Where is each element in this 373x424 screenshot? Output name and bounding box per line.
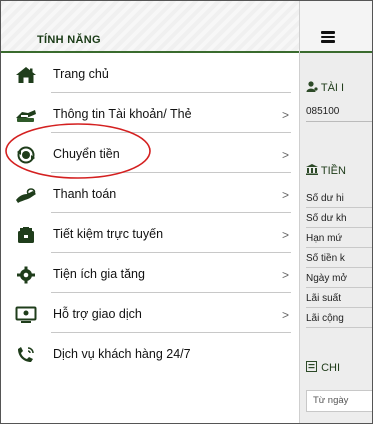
info-row: Lãi cộng [306,313,344,324]
payment-icon [16,188,36,203]
row-divider [306,287,372,288]
info-row: Hạn mứ [306,233,343,244]
drawer-title: TÍNH NĂNG [37,34,101,46]
from-date-input[interactable]: Từ ngày [306,390,372,412]
menu-label: Hỗ trợ giao dịch [53,307,142,321]
detail-section-label: CHI [321,362,341,374]
row-divider [306,307,372,308]
row-divider [306,207,372,208]
row-divider [306,247,372,248]
menu-item-utilities[interactable]: Tiện ích gia tăng > [1,261,299,301]
chevron-right-icon: > [282,228,290,242]
account-number[interactable]: 085100 [306,106,339,117]
info-section-label: TIỀN [320,165,346,177]
menu-divider [51,332,291,333]
menu-label: Dịch vụ khách hàng 24/7 [53,347,191,361]
menu-divider [51,292,291,293]
menu-label: Thanh toán [53,187,117,201]
support-icon [15,306,37,323]
feature-menu: Trang chủ Thông tin Tài khoản/ Thẻ > Chu… [1,61,299,381]
menu-item-online-savings[interactable]: Tiết kiệm trực tuyến > [1,221,299,261]
detail-section-title: CHI [306,361,340,374]
account-underline [306,121,372,122]
list-icon [306,361,317,372]
row-divider [306,267,372,268]
info-row: Số dư kh [306,213,347,224]
home-icon [16,67,36,83]
utilities-icon [17,266,35,284]
main-page: TÀI I 085100 TIỀN Số dư hi Số dư kh Hạn … [300,1,372,423]
chevron-right-icon: > [282,308,290,322]
menu-label: Tiết kiệm trực tuyến [53,227,164,241]
menu-divider [51,92,291,93]
menu-divider [51,252,291,253]
highlight-circle-annotation [5,123,151,179]
menu-divider [51,212,291,213]
row-divider [306,327,372,328]
chevron-right-icon: > [282,108,290,122]
menu-item-customer-service[interactable]: Dịch vụ khách hàng 24/7 [1,341,299,381]
from-date-placeholder: Từ ngày [313,395,349,406]
info-row: Số tiền k [306,253,345,264]
top-bar [300,1,372,53]
menu-item-support[interactable]: Hỗ trợ giao dịch > [1,301,299,341]
app-frame: TÀI I 085100 TIỀN Số dư hi Số dư kh Hạn … [0,0,373,424]
menu-label: Trang chủ [53,67,109,81]
account-section-title: TÀI I [306,81,344,94]
chevron-right-icon: > [282,188,290,202]
menu-label: Tiện ích gia tăng [53,267,145,281]
info-row: Số dư hi [306,193,344,204]
chevron-right-icon: > [282,148,290,162]
bank-icon [306,164,318,175]
menu-label: Thông tin Tài khoản/ Thẻ [53,107,192,121]
user-icon [306,81,318,92]
account-section-label: TÀI I [320,82,345,94]
savings-icon [18,227,34,243]
menu-item-home[interactable]: Trang chủ [1,61,299,101]
info-section-title: TIỀN [306,164,346,177]
drawer-header: TÍNH NĂNG [1,1,299,53]
chevron-right-icon: > [282,268,290,282]
info-row: Lãi suất [306,293,342,304]
row-divider [306,227,372,228]
navigation-drawer: TÍNH NĂNG Trang chủ Thông tin Tài khoản/… [1,1,300,423]
phone-icon [18,347,34,362]
info-row: Ngày mở [306,273,348,284]
hamburger-menu-icon[interactable] [321,31,335,43]
menu-item-payment[interactable]: Thanh toán > [1,181,299,221]
